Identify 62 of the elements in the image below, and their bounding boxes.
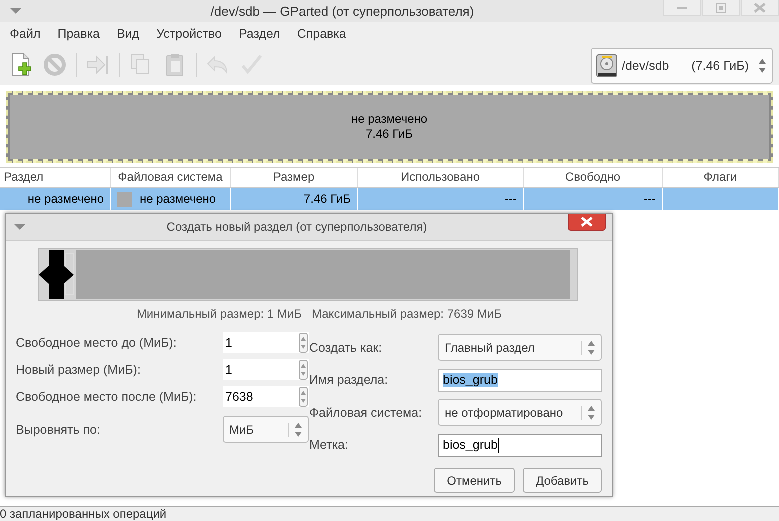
dialog-title: Создать новый раздел (от суперпользователя)	[166, 220, 428, 234]
field-label: Свободное место после (МиБ):	[16, 390, 197, 404]
menu-item[interactable]: Справка	[297, 26, 346, 40]
close-button[interactable]	[568, 214, 606, 231]
text-field[interactable]: bios_grub	[438, 434, 602, 456]
status-text: 0 запланированных операций	[0, 507, 167, 521]
spin-field[interactable]: 1	[222, 332, 308, 353]
max-size-label: Максимальный размер: 7639 МиБ	[312, 307, 502, 321]
field-label: Имя раздела:	[310, 373, 388, 387]
spin-arrows-icon	[588, 406, 595, 420]
dropdown[interactable]: Главный раздел	[438, 334, 602, 361]
field-label: Метка:	[310, 438, 348, 452]
column-header[interactable]: Флаги	[663, 168, 779, 187]
spin-arrows-icon	[294, 422, 302, 436]
window-menu-icon[interactable]	[14, 224, 26, 230]
close-icon	[581, 217, 593, 227]
window-title: /dev/sdb — GParted (от суперпользователя)	[210, 4, 476, 18]
partition-size: 7.46 ГиБ	[366, 127, 414, 142]
minimize-button[interactable]	[663, 0, 701, 16]
text-field[interactable]: bios_grub	[438, 368, 602, 392]
table-cell: 7.46 ГиБ	[304, 192, 351, 206]
maximize-icon	[716, 2, 726, 12]
min-size-label: Минимальный размер: 1 МиБ	[136, 307, 302, 321]
menu-item[interactable]: Вид	[116, 26, 140, 40]
spin-field[interactable]: 1	[222, 359, 308, 380]
field-label: Создать как:	[310, 340, 382, 354]
field-label: Выровнять по:	[16, 422, 100, 436]
spin-arrows-icon[interactable]	[298, 386, 308, 406]
hard-drive-icon	[596, 54, 618, 78]
partition-resizer-drawing[interactable]	[38, 248, 578, 301]
dropdown[interactable]: не отформатировано	[438, 399, 602, 426]
spin-arrows-icon[interactable]	[298, 360, 308, 380]
table-cell: ---	[505, 192, 517, 206]
field-label: Свободное место до (МиБ):	[16, 336, 177, 350]
dialog-button[interactable]: Добавить	[522, 468, 602, 493]
spin-arrows-icon	[759, 58, 766, 74]
column-header[interactable]: Файловая система	[111, 168, 231, 187]
partition-label: не размечено	[351, 112, 428, 127]
menu-item[interactable]: Правка	[58, 26, 100, 40]
table-cell: ---	[644, 192, 656, 206]
table-cell: не размечено	[140, 192, 216, 206]
dropdown[interactable]: МиБ	[222, 416, 308, 443]
spin-field[interactable]: 7638	[222, 386, 308, 407]
spin-arrows-icon[interactable]	[298, 332, 308, 352]
dialog-button[interactable]: Отменить	[434, 468, 515, 493]
device-selector[interactable]: /dev/sdb (7.46 ГиБ)	[591, 48, 773, 84]
maximize-button[interactable]	[702, 0, 740, 16]
column-header[interactable]: Раздел	[0, 168, 111, 187]
table-row[interactable]: не размечено не размечено 7.46 ГиБ --- ---	[0, 188, 779, 210]
column-header[interactable]: Использовано	[358, 168, 524, 187]
menu-item[interactable]: Файл	[10, 26, 41, 40]
window-menu-icon[interactable]	[10, 8, 22, 14]
field-label: Новый размер (МиБ):	[16, 362, 141, 376]
table-cell: не размечено	[28, 192, 104, 206]
close-icon	[754, 2, 766, 12]
spin-arrows-icon	[588, 340, 595, 354]
column-header[interactable]: Размер	[231, 168, 358, 187]
minimize-icon	[677, 6, 687, 10]
menu-item[interactable]: Раздел	[239, 26, 280, 40]
column-header[interactable]: Свободно	[524, 168, 663, 187]
menu-item[interactable]: Устройство	[156, 26, 222, 40]
field-label: Файловая система:	[310, 406, 422, 420]
